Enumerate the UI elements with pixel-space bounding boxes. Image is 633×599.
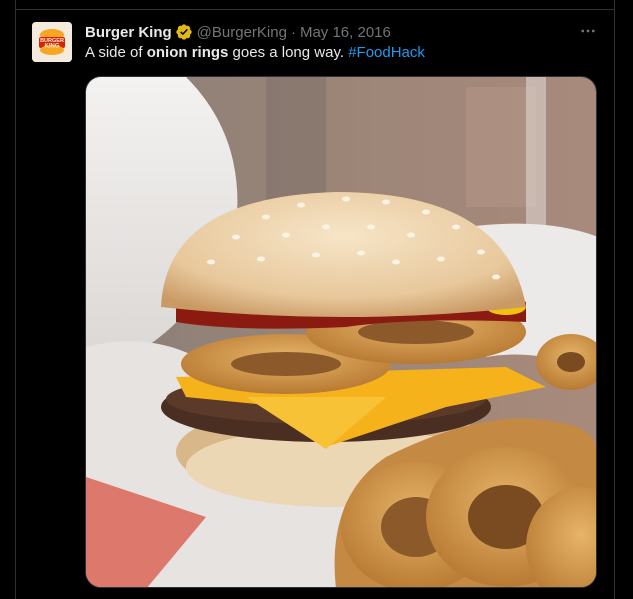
- svg-text:KING: KING: [45, 44, 60, 50]
- hashtag-link[interactable]: #FoodHack: [348, 44, 425, 61]
- verified-badge-icon[interactable]: [175, 23, 193, 41]
- display-name[interactable]: Burger King: [85, 24, 172, 41]
- tweet-media-image[interactable]: [85, 76, 597, 588]
- burger-king-logo-icon: BURGER KING: [32, 22, 72, 62]
- burger-photo: [86, 77, 596, 587]
- separator-dot: ·: [290, 23, 296, 41]
- avatar[interactable]: BURGER KING: [32, 22, 72, 62]
- tweet-text-post: goes a long way.: [228, 44, 349, 61]
- tweet-text-bold: onion rings: [146, 44, 229, 61]
- tweet-date[interactable]: May 16, 2016: [300, 24, 391, 41]
- more-dots-icon[interactable]: [577, 22, 599, 40]
- tweet-header: Burger King @BurgerKing · May 16, 2016: [85, 22, 391, 42]
- tweet-text-pre: A side of: [85, 44, 147, 61]
- handle[interactable]: @BurgerKing: [197, 24, 287, 41]
- tweet-text: A side of onion rings goes a long way. #…: [85, 43, 425, 63]
